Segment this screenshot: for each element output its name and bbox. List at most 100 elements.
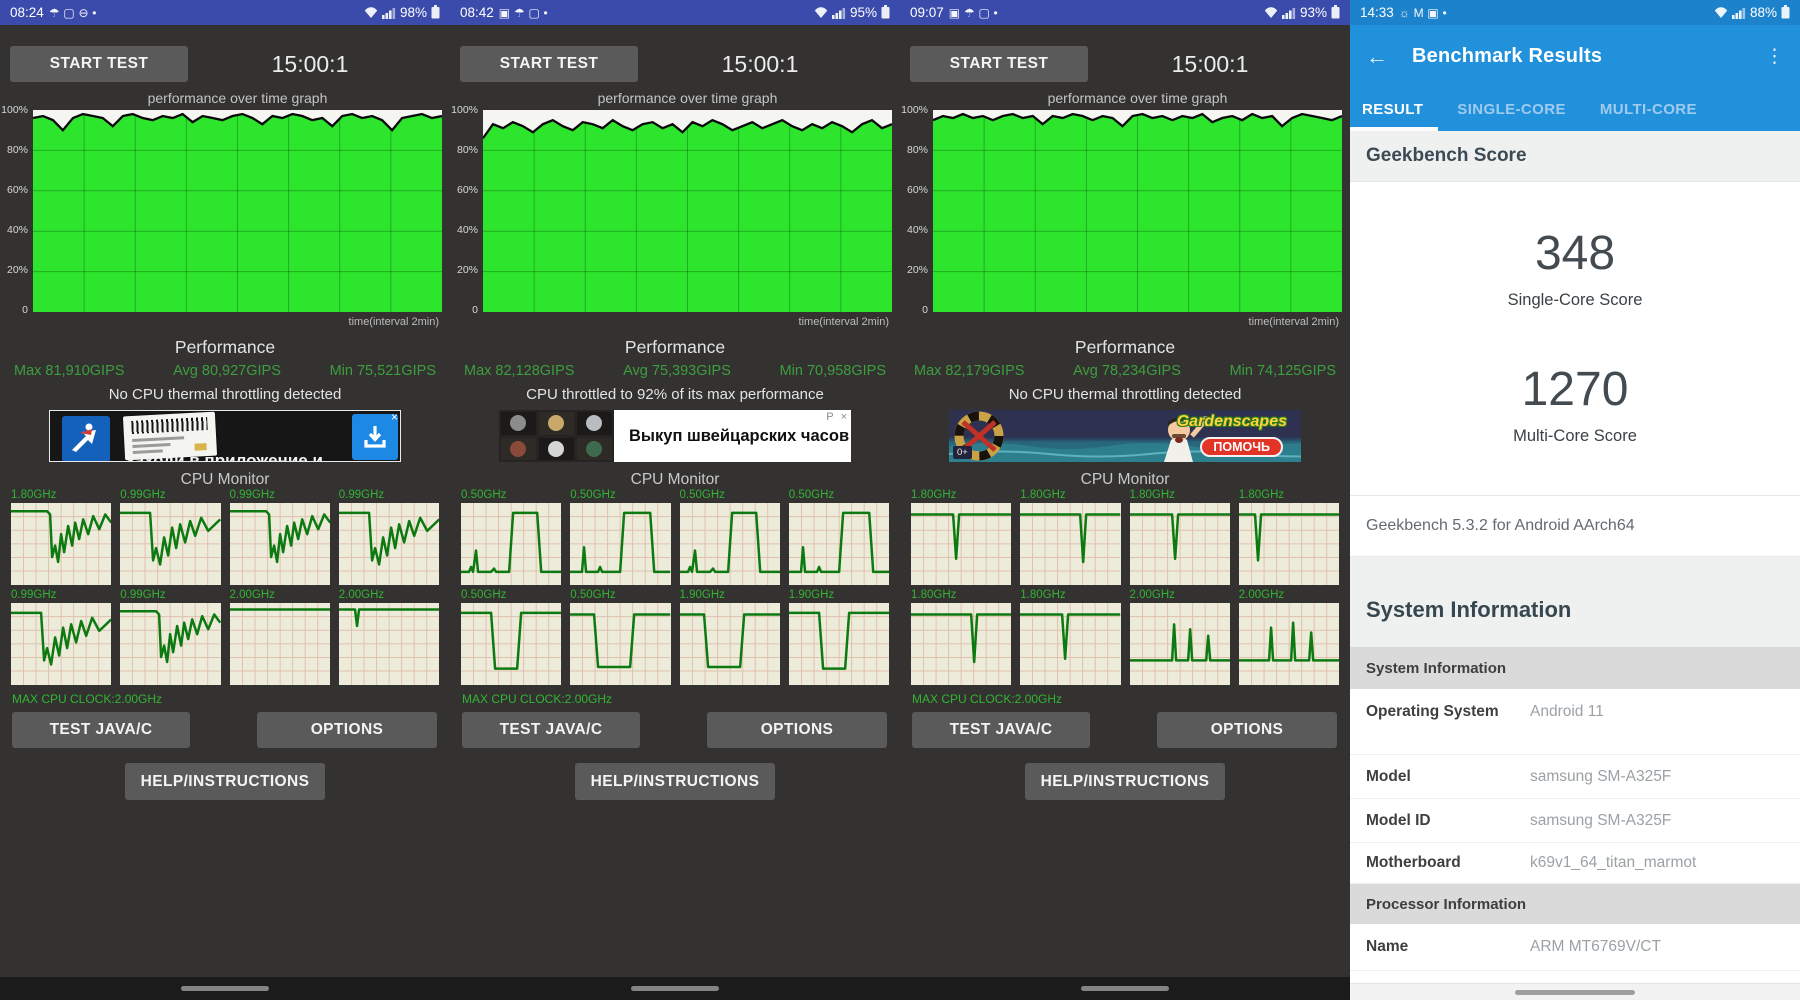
ad-banner-app-install[interactable]: Заходи в приложение и × (49, 410, 401, 462)
graph-title: performance over time graph (483, 90, 892, 106)
overflow-menu-icon[interactable]: ⋮ (1765, 45, 1784, 68)
max-cpu-clock-label: MAX CPU CLOCK:2.00GHz (912, 692, 1062, 706)
help-instructions-button[interactable]: HELP/INSTRUCTIONS (125, 763, 325, 800)
cpu-core-frequency-label: 2.00GHz (339, 588, 439, 603)
composite-screenshot: 08:24☂ ▢ ⊖ • 98% START TEST15:00:1 perfo… (0, 0, 1800, 1000)
start-test-button[interactable]: START TEST (460, 46, 638, 82)
umbrella-icon: ☂ (964, 6, 975, 20)
y-tick-label: 60% (7, 184, 28, 196)
close-icon[interactable]: × (391, 411, 398, 423)
options-button[interactable]: OPTIONS (1157, 712, 1337, 748)
notification-dot-icon: • (994, 6, 998, 20)
multi-core-score-label: Multi-Core Score (1350, 427, 1800, 446)
help-cta-button[interactable]: ПОМОЧЬ (1200, 437, 1283, 457)
table-row-model-id: Model ID samsung SM-A325F (1350, 799, 1800, 843)
max-gips: Max 82,128GIPS (464, 363, 574, 379)
cpu-core-graph: 1.80GHz (1020, 488, 1120, 585)
y-axis-labels: 100%80%60%40%20%0 (450, 104, 480, 314)
options-button[interactable]: OPTIONS (707, 712, 887, 748)
image-icon: ▣ (1427, 6, 1438, 20)
help-instructions-button[interactable]: HELP/INSTRUCTIONS (575, 763, 775, 800)
x-axis-label: time(interval 2min) (933, 316, 1339, 328)
max-cpu-clock-label: MAX CPU CLOCK:2.00GHz (12, 692, 162, 706)
table-row-operating-system: Operating System Android 11 (1350, 689, 1800, 755)
age-rating-badge: 0+ (953, 446, 972, 459)
min-gips: Min 70,958GIPS (780, 363, 886, 379)
table-row-motherboard: Motherboard k69v1_64_titan_marmot (1350, 843, 1800, 884)
processor-information-subheader: Processor Information (1350, 884, 1800, 924)
adchoices-icon[interactable]: P (826, 411, 833, 423)
max-gips: Max 81,910GIPS (14, 363, 124, 379)
single-core-score-label: Single-Core Score (1350, 291, 1800, 310)
y-tick-label: 20% (907, 264, 928, 276)
gips-stats: Max 81,910GIPS Avg 80,927GIPS Min 75,521… (14, 363, 436, 379)
back-arrow-icon[interactable]: ← (1366, 44, 1388, 70)
cpu-core-frequency-label: 0.99GHz (230, 488, 330, 503)
test-java-c-button[interactable]: TEST JAVA/C (12, 712, 190, 748)
cpu-monitor-heading: CPU Monitor (0, 471, 450, 489)
advertiser-logo (62, 416, 110, 462)
test-java-c-button[interactable]: TEST JAVA/C (462, 712, 640, 748)
gesture-handle[interactable] (631, 986, 719, 991)
cpu-core-grid: 1.80GHz 0.99GHz 0.99GHz 0.99GHz 0.99GHz … (11, 488, 439, 685)
ad-text: Выкуп швейцарских часов (629, 427, 849, 446)
close-icon[interactable]: × (841, 411, 847, 423)
gardenscapes-logo: Gardenscapes (1177, 413, 1287, 431)
x-axis-label: time(interval 2min) (33, 316, 439, 328)
y-tick-label: 40% (457, 224, 478, 236)
single-core-score: 348 (1350, 182, 1800, 281)
ad-banner-watches[interactable]: Выкуп швейцарских часов P × (499, 410, 851, 462)
help-instructions-button[interactable]: HELP/INSTRUCTIONS (1025, 763, 1225, 800)
gesture-handle[interactable] (1515, 990, 1635, 995)
y-tick-label: 40% (7, 224, 28, 236)
battery-icon (1781, 5, 1790, 20)
cpu-core-graph: 0.50GHz (680, 488, 780, 585)
gips-stats: Max 82,128GIPS Avg 75,393GIPS Min 70,958… (464, 363, 886, 379)
battery-icon (881, 5, 890, 20)
cpu-core-frequency-label: 0.99GHz (120, 588, 220, 603)
cpu-test-screenshot-3: 09:07▣ ☂ ▢ • 93% START TEST15:00:1 perfo… (900, 0, 1350, 1000)
y-tick-label: 60% (907, 184, 928, 196)
test-java-c-button[interactable]: TEST JAVA/C (912, 712, 1090, 748)
tab-multi-core[interactable]: MULTI-CORE (1600, 101, 1697, 118)
graph-title: performance over time graph (33, 90, 442, 106)
cpu-core-grid: 0.50GHz 0.50GHz 0.50GHz 0.50GHz 0.50GHz … (461, 488, 889, 685)
notification-dot-icon: • (544, 6, 548, 20)
cpu-monitor-heading: CPU Monitor (450, 471, 900, 489)
clock-label: 08:24 (10, 5, 44, 20)
tab-bar: RESULT SINGLE-CORE MULTI-CORE (1350, 88, 1800, 131)
gesture-handle[interactable] (181, 986, 269, 991)
start-test-button[interactable]: START TEST (910, 46, 1088, 82)
cpu-core-frequency-label: 2.00GHz (1130, 588, 1230, 603)
cpu-test-screenshot-1: 08:24☂ ▢ ⊖ • 98% START TEST15:00:1 perfo… (0, 0, 450, 1000)
options-button[interactable]: OPTIONS (257, 712, 437, 748)
cpu-core-graph: 2.00GHz (230, 588, 330, 685)
x-axis-label: time(interval 2min) (483, 316, 889, 328)
wifi-signal-icon (1714, 5, 1746, 20)
data-saver-icon: ⊖ (78, 6, 88, 20)
ad-banner-gardenscapes[interactable]: Gardenscapes ПОМОЧЬ 0+ (949, 410, 1301, 462)
cpu-core-graph: 0.50GHz (789, 488, 889, 585)
tab-single-core[interactable]: SINGLE-CORE (1457, 101, 1566, 118)
battery-percent: 88% (1750, 5, 1777, 20)
cpu-core-graph: 2.00GHz (1239, 588, 1339, 685)
gesture-handle[interactable] (1081, 986, 1169, 991)
cpu-core-graph: 0.99GHz (11, 588, 111, 685)
avg-gips: Avg 75,393GIPS (623, 363, 731, 379)
y-tick-label: 40% (907, 224, 928, 236)
avg-gips: Avg 80,927GIPS (173, 363, 281, 379)
wifi-signal-icon (364, 5, 396, 20)
start-test-button[interactable]: START TEST (10, 46, 188, 82)
cpu-core-frequency-label: 0.99GHz (339, 488, 439, 503)
table-row-model: Model samsung SM-A325F (1350, 755, 1800, 799)
performance-heading: Performance (450, 337, 900, 358)
cpu-core-graph: 2.00GHz (1130, 588, 1230, 685)
timer-label: 15:00:1 (1135, 51, 1285, 78)
y-axis-labels: 100%80%60%40%20%0 (900, 104, 930, 314)
performance-graph (33, 110, 442, 312)
gips-stats: Max 82,179GIPS Avg 78,234GIPS Min 74,125… (914, 363, 1336, 379)
document-icon: ▢ (528, 6, 539, 20)
y-tick-label: 0 (22, 304, 28, 316)
tab-result[interactable]: RESULT (1362, 101, 1423, 118)
battery-percent: 93% (1300, 5, 1327, 20)
